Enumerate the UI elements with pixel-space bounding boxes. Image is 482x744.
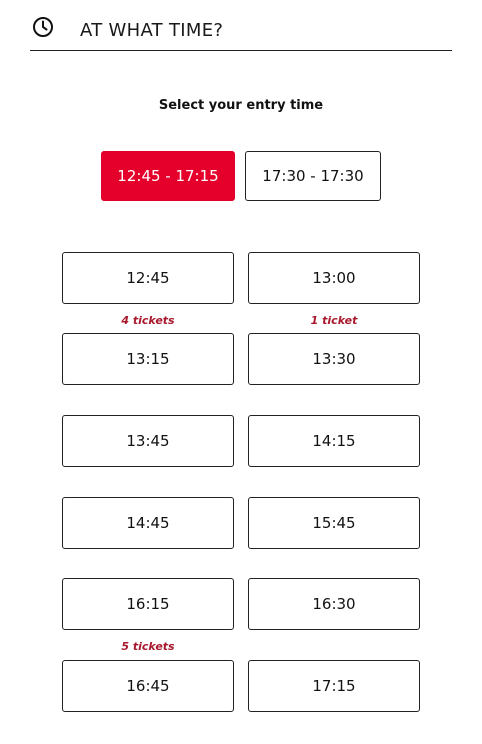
time-slot-button[interactable]: 15:45: [248, 497, 420, 549]
time-slot-button[interactable]: 14:45: [62, 497, 234, 549]
clock-icon: [32, 16, 54, 38]
time-slot-button[interactable]: 17:15: [248, 660, 420, 712]
time-slot-button[interactable]: 13:15: [62, 333, 234, 385]
time-section-header: AT WHAT TIME?: [30, 10, 452, 51]
time-range-button-selected[interactable]: 12:45 - 17:15: [101, 151, 235, 201]
time-range-button[interactable]: 17:30 - 17:30: [245, 151, 381, 201]
tickets-left-label: 4 tickets: [121, 314, 175, 327]
time-slot-button[interactable]: 12:45: [62, 252, 234, 304]
tickets-left-label: 1 ticket: [310, 314, 358, 327]
time-slot-button[interactable]: 13:45: [62, 415, 234, 467]
entry-time-prompt: Select your entry time: [158, 98, 324, 113]
tickets-left-label: 5 tickets: [121, 640, 175, 653]
time-slot-button[interactable]: 14:15: [248, 415, 420, 467]
time-slot-button[interactable]: 16:30: [248, 578, 420, 630]
time-slot-button[interactable]: 16:45: [62, 660, 234, 712]
time-slot-button[interactable]: 16:15: [62, 578, 234, 630]
section-title: AT WHAT TIME?: [80, 20, 224, 41]
time-slot-button[interactable]: 13:00: [248, 252, 420, 304]
time-slot-button[interactable]: 13:30: [248, 333, 420, 385]
